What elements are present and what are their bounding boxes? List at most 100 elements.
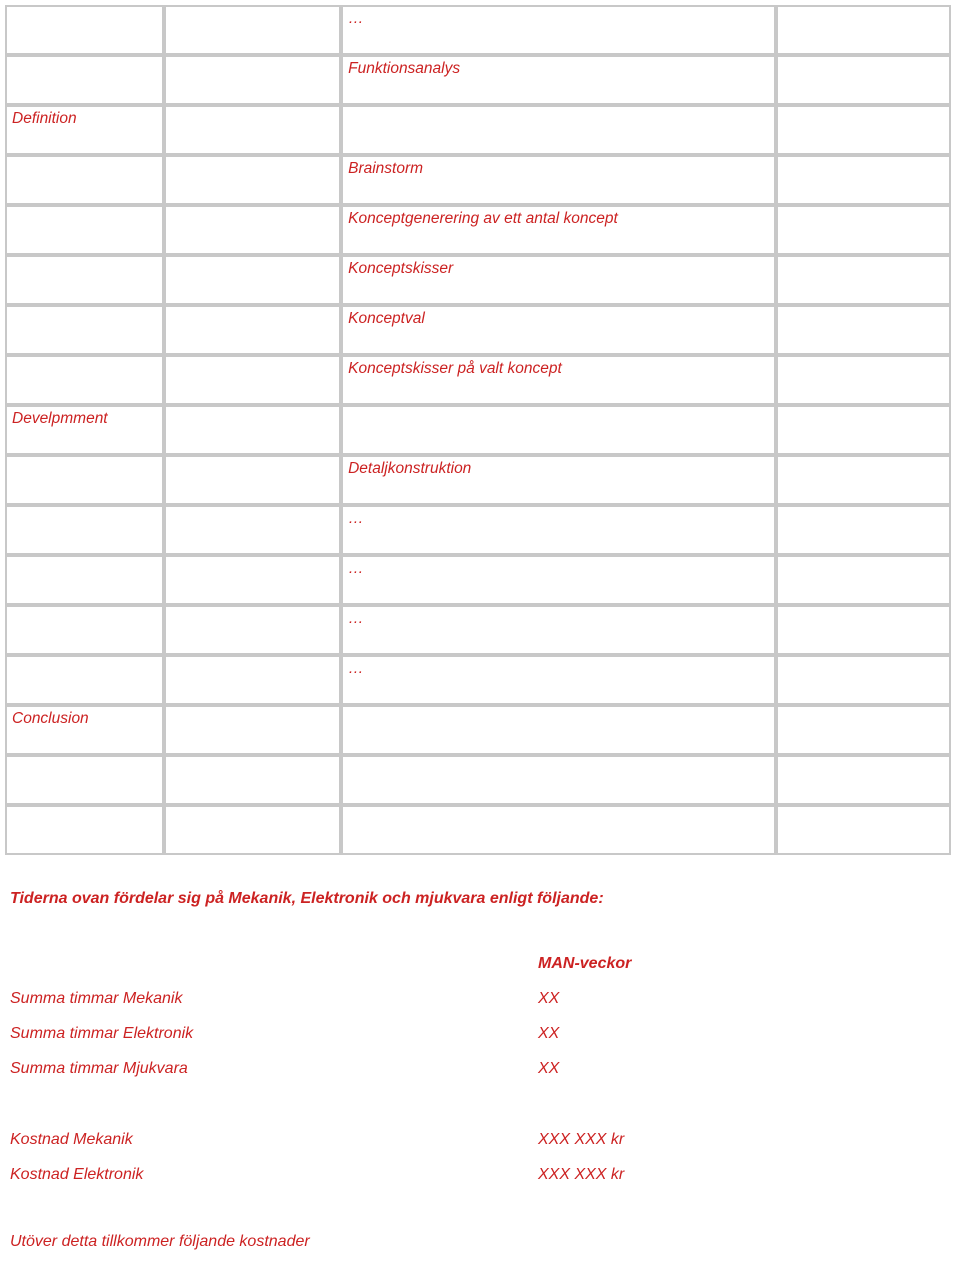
right-cell xyxy=(775,355,951,405)
spacer-cell xyxy=(164,255,342,305)
task-cell: … xyxy=(341,555,776,605)
table-row: Konceptval xyxy=(5,305,951,355)
task-cell: … xyxy=(341,655,776,705)
table-row: Brainstorm xyxy=(5,155,951,205)
right-cell xyxy=(775,305,951,355)
phase-cell xyxy=(5,55,164,105)
task-cell xyxy=(341,755,776,805)
spacer-cell xyxy=(164,55,342,105)
spacer-cell xyxy=(164,405,342,455)
table-row: Conclusion xyxy=(5,705,951,755)
right-cell xyxy=(775,55,951,105)
right-cell xyxy=(775,455,951,505)
right-cell xyxy=(775,5,951,55)
summary-hours-row: Summa timmar Elektronik XX xyxy=(10,1025,710,1060)
man-weeks-header: MAN-veckor xyxy=(538,955,632,972)
right-cell xyxy=(775,755,951,805)
cost-value: XXX XXX kr xyxy=(538,1131,625,1148)
hours-value: XX xyxy=(538,990,560,1007)
cost-label: Kostnad Mekanik xyxy=(10,1131,133,1148)
task-cell: Konceptskisser xyxy=(341,255,776,305)
task-cell xyxy=(341,805,776,855)
phase-cell xyxy=(5,755,164,805)
spacer-cell xyxy=(164,605,342,655)
task-cell: … xyxy=(341,5,776,55)
phase-cell xyxy=(5,555,164,605)
spacer-cell xyxy=(164,205,342,255)
phase-cell xyxy=(5,655,164,705)
spacer-cell xyxy=(164,805,342,855)
table-row: Konceptgenerering av ett antal koncept xyxy=(5,205,951,255)
table-row: … xyxy=(5,605,951,655)
spacer-cell xyxy=(164,155,342,205)
table-row xyxy=(5,805,951,855)
right-cell xyxy=(775,705,951,755)
hours-label: Summa timmar Mekanik xyxy=(10,990,183,1007)
hours-label: Summa timmar Mjukvara xyxy=(10,1060,188,1077)
phase-cell xyxy=(5,355,164,405)
cost-value: XXX XXX kr xyxy=(538,1166,625,1183)
summary-cost-row: Kostnad Mekanik XXX XXX kr xyxy=(10,1131,710,1166)
task-cell: Detaljkonstruktion xyxy=(341,455,776,505)
summary-spacer xyxy=(10,1095,710,1131)
phase-cell xyxy=(5,455,164,505)
phase-cell xyxy=(5,5,164,55)
task-cell: Konceptgenerering av ett antal koncept xyxy=(341,205,776,255)
spacer-cell xyxy=(164,355,342,405)
table-row xyxy=(5,755,951,805)
summary-header-row: MAN-veckor xyxy=(10,955,710,990)
task-cell xyxy=(341,405,776,455)
table-row: … xyxy=(5,5,951,55)
spacer-cell xyxy=(164,105,342,155)
task-cell: Konceptskisser på valt koncept xyxy=(341,355,776,405)
table-row: Konceptskisser på valt koncept xyxy=(5,355,951,405)
task-cell: … xyxy=(341,605,776,655)
summary-cost-row: Kostnad Elektronik XXX XXX kr xyxy=(10,1166,710,1201)
summary-hours-row: Summa timmar Mjukvara XX xyxy=(10,1060,710,1095)
phase-cell xyxy=(5,205,164,255)
right-cell xyxy=(775,155,951,205)
table-row: … xyxy=(5,555,951,605)
spacer-cell xyxy=(164,305,342,355)
right-cell xyxy=(775,405,951,455)
table-row: Detaljkonstruktion xyxy=(5,455,951,505)
right-cell xyxy=(775,605,951,655)
spacer-cell xyxy=(164,455,342,505)
spacer-cell xyxy=(164,655,342,705)
phase-cell-conclusion: Conclusion xyxy=(5,705,164,755)
task-cell: Funktionsanalys xyxy=(341,55,776,105)
phase-table-body: … Funktionsanalys Definition Brainstorm … xyxy=(5,5,951,855)
spacer-cell xyxy=(164,5,342,55)
task-cell: Brainstorm xyxy=(341,155,776,205)
task-cell xyxy=(341,705,776,755)
footer-paragraph: Utöver detta tillkommer följande kostnad… xyxy=(10,1233,310,1250)
phase-cell-development: Develpmment xyxy=(5,405,164,455)
right-cell xyxy=(775,805,951,855)
right-cell xyxy=(775,255,951,305)
summary-hours-row: Summa timmar Mekanik XX xyxy=(10,990,710,1025)
right-cell xyxy=(775,505,951,555)
hours-label: Summa timmar Elektronik xyxy=(10,1025,194,1042)
table-row: Funktionsanalys xyxy=(5,55,951,105)
phase-cell xyxy=(5,505,164,555)
task-cell: Konceptval xyxy=(341,305,776,355)
task-cell xyxy=(341,105,776,155)
task-cell: … xyxy=(341,505,776,555)
spacer-cell xyxy=(164,555,342,605)
phase-cell xyxy=(5,305,164,355)
hours-value: XX xyxy=(538,1060,560,1077)
hours-value: XX xyxy=(538,1025,560,1042)
table-row: … xyxy=(5,505,951,555)
right-cell xyxy=(775,655,951,705)
phase-cell xyxy=(5,155,164,205)
right-cell xyxy=(775,555,951,605)
cost-summary-block: MAN-veckor Summa timmar Mekanik XX Summa… xyxy=(10,955,710,1201)
table-row: … xyxy=(5,655,951,705)
spacer-cell xyxy=(164,505,342,555)
phase-cell xyxy=(5,605,164,655)
table-row: Definition xyxy=(5,105,951,155)
spacer-cell xyxy=(164,755,342,805)
cost-label: Kostnad Elektronik xyxy=(10,1166,144,1183)
right-cell xyxy=(775,105,951,155)
intro-paragraph: Tiderna ovan fördelar sig på Mekanik, El… xyxy=(10,890,604,907)
